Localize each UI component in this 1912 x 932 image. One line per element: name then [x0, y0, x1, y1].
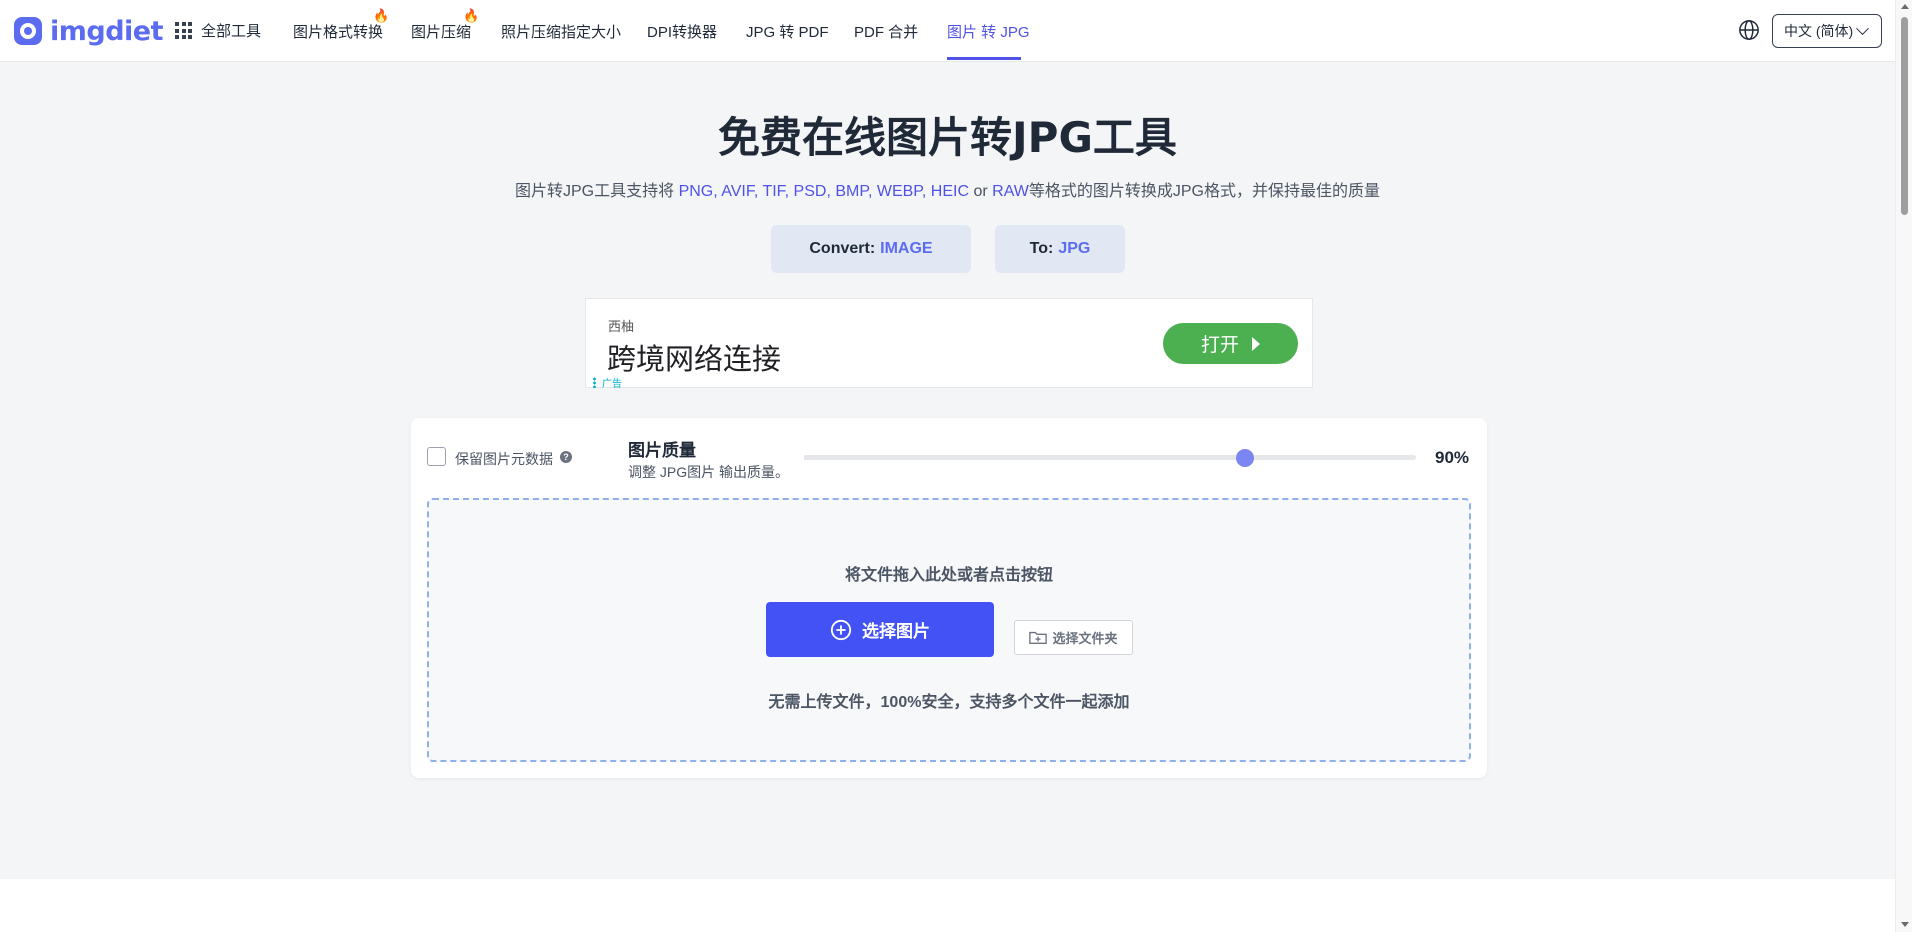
- page-scrollbar[interactable]: [1895, 0, 1912, 932]
- nav-item-pdf-merge[interactable]: PDF 合并: [854, 21, 918, 42]
- quality-slider-thumb[interactable]: [1236, 449, 1254, 467]
- language-label: 中文 (简体): [1784, 23, 1854, 39]
- quality-slider[interactable]: [804, 449, 1416, 467]
- globe-icon[interactable]: [1738, 19, 1760, 41]
- quality-description: 调整 JPG图片 输出质量。: [628, 464, 790, 480]
- convert-to-value: JPG: [1058, 240, 1091, 257]
- help-icon[interactable]: ?: [560, 451, 572, 463]
- convert-to-selector[interactable]: To: JPG: [995, 225, 1125, 273]
- scroll-thumb[interactable]: [1901, 17, 1908, 215]
- nav-item-image-to-jpg[interactable]: 图片 转 JPG: [947, 21, 1030, 42]
- ad-choices[interactable]: 广告: [593, 375, 622, 390]
- page-subtitle: 图片转JPG工具支持将 PNG, AVIF, TIF, PSD, BMP, WE…: [0, 177, 1895, 201]
- scroll-down-arrow-icon[interactable]: [1901, 922, 1909, 927]
- page-title: 免费在线图片转JPG工具: [718, 113, 1177, 162]
- convert-from-selector[interactable]: Convert: IMAGE: [771, 225, 971, 273]
- fire-icon: 🔥: [463, 8, 480, 23]
- quality-title: 图片质量: [628, 441, 696, 460]
- main-content: 免费在线图片转JPG工具 图片转JPG工具支持将 PNG, AVIF, TIF,…: [0, 62, 1895, 879]
- ad-banner[interactable]: 西柚 跨境网络连接 打开 广告: [585, 298, 1313, 390]
- ad-label: 广告: [602, 379, 622, 390]
- convert-to-label: To:: [1029, 240, 1054, 257]
- ad-brand: 西柚: [608, 319, 635, 334]
- select-images-label: 选择图片: [862, 622, 930, 641]
- subtitle-prefix: 图片转JPG工具支持将: [514, 183, 679, 200]
- nav-item-format-convert[interactable]: 图片格式转换: [293, 21, 383, 42]
- subtitle-or: or: [969, 183, 993, 200]
- select-images-button[interactable]: 选择图片: [766, 602, 994, 657]
- scroll-up-arrow-icon[interactable]: [1901, 4, 1909, 9]
- converter-card: 保留图片元数据 ? 图片质量 调整 JPG图片 输出质量。 90% 将文件拖入此…: [411, 418, 1487, 778]
- active-tab-indicator: [947, 57, 1021, 60]
- nav-item-dpi[interactable]: DPI转换器: [647, 21, 717, 42]
- language-select[interactable]: 中文 (简体): [1772, 14, 1882, 48]
- grid-icon: [175, 22, 192, 39]
- ad-headline[interactable]: 跨境网络连接: [607, 336, 781, 378]
- subtitle-raw: RAW: [992, 183, 1029, 200]
- safety-note: 无需上传文件，100%安全，支持多个文件一起添加: [768, 694, 1130, 711]
- subtitle-suffix: 等格式的图片转换成JPG格式，并保持最佳的质量: [1028, 183, 1380, 200]
- logo-icon: [14, 17, 42, 45]
- convert-from-label: Convert:: [809, 240, 876, 257]
- ad-open-label: 打开: [1200, 335, 1239, 356]
- logo-text: imgdiet: [50, 15, 164, 47]
- folder-plus-icon: [1029, 631, 1048, 645]
- play-arrow-icon: [1252, 336, 1260, 351]
- nav-item-compress-size[interactable]: 照片压缩指定大小: [501, 21, 621, 42]
- logo[interactable]: imgdiet: [14, 14, 164, 48]
- all-tools-menu[interactable]: 全部工具: [175, 20, 261, 41]
- quality-slider-fill: [804, 455, 1245, 460]
- file-dropzone[interactable]: 将文件拖入此处或者点击按钮 选择图片 选择文件夹 无需上传文件，100%安全，支…: [427, 498, 1471, 762]
- quality-value: 90%: [1435, 448, 1470, 467]
- convert-from-value: IMAGE: [880, 240, 933, 257]
- dropzone-hint: 将文件拖入此处或者点击按钮: [844, 567, 1053, 584]
- chevron-down-icon: [1856, 21, 1870, 35]
- fire-icon: 🔥: [373, 8, 390, 23]
- select-folder-label: 选择文件夹: [1052, 631, 1118, 646]
- nav-item-compress[interactable]: 图片压缩: [411, 21, 471, 42]
- plus-circle-icon: [830, 619, 852, 640]
- top-nav-bar: imgdiet 全部工具 图片格式转换 🔥 图片压缩 🔥 照片压缩指定大小 DP…: [0, 0, 1895, 62]
- all-tools-label: 全部工具: [201, 23, 262, 40]
- nav-item-jpg-to-pdf[interactable]: JPG 转 PDF: [746, 21, 829, 42]
- more-vertical-icon: [593, 377, 596, 388]
- subtitle-formats: PNG, AVIF, TIF, PSD, BMP, WEBP, HEIC: [678, 183, 970, 200]
- keep-metadata-label[interactable]: 保留图片元数据: [455, 449, 553, 469]
- select-folder-button[interactable]: 选择文件夹: [1014, 620, 1133, 655]
- keep-metadata-checkbox[interactable]: [427, 447, 446, 466]
- ad-open-button[interactable]: 打开: [1163, 323, 1298, 364]
